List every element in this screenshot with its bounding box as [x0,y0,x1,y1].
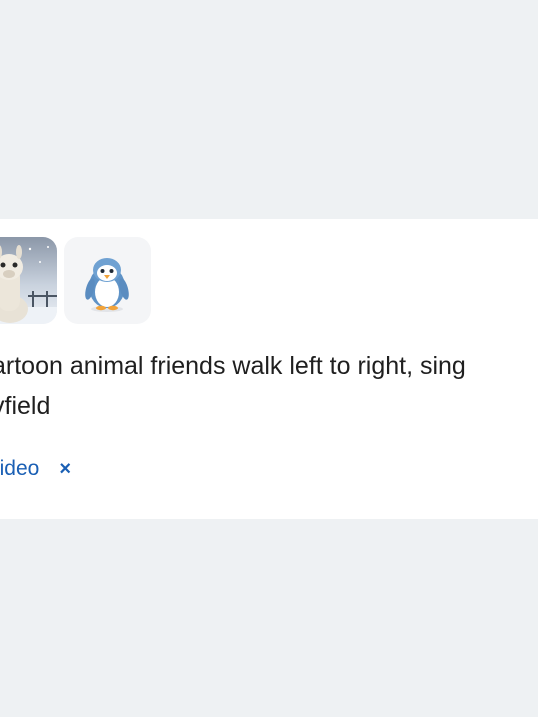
cartoon-penguin-image [85,258,129,312]
video-chip-label: Video [0,457,40,480]
penguin-thumbnail[interactable] [64,237,151,324]
video-chip[interactable]: Video × [0,457,71,481]
page: artoon animal friends walk left to right… [0,0,538,717]
llama-thumbnail[interactable] [0,237,57,324]
prompt-card: artoon animal friends walk left to right… [0,219,538,519]
llama-in-snow-image [0,245,57,324]
prompt-text: artoon animal friends walk left to right… [0,352,466,420]
close-icon[interactable]: × [59,459,71,479]
